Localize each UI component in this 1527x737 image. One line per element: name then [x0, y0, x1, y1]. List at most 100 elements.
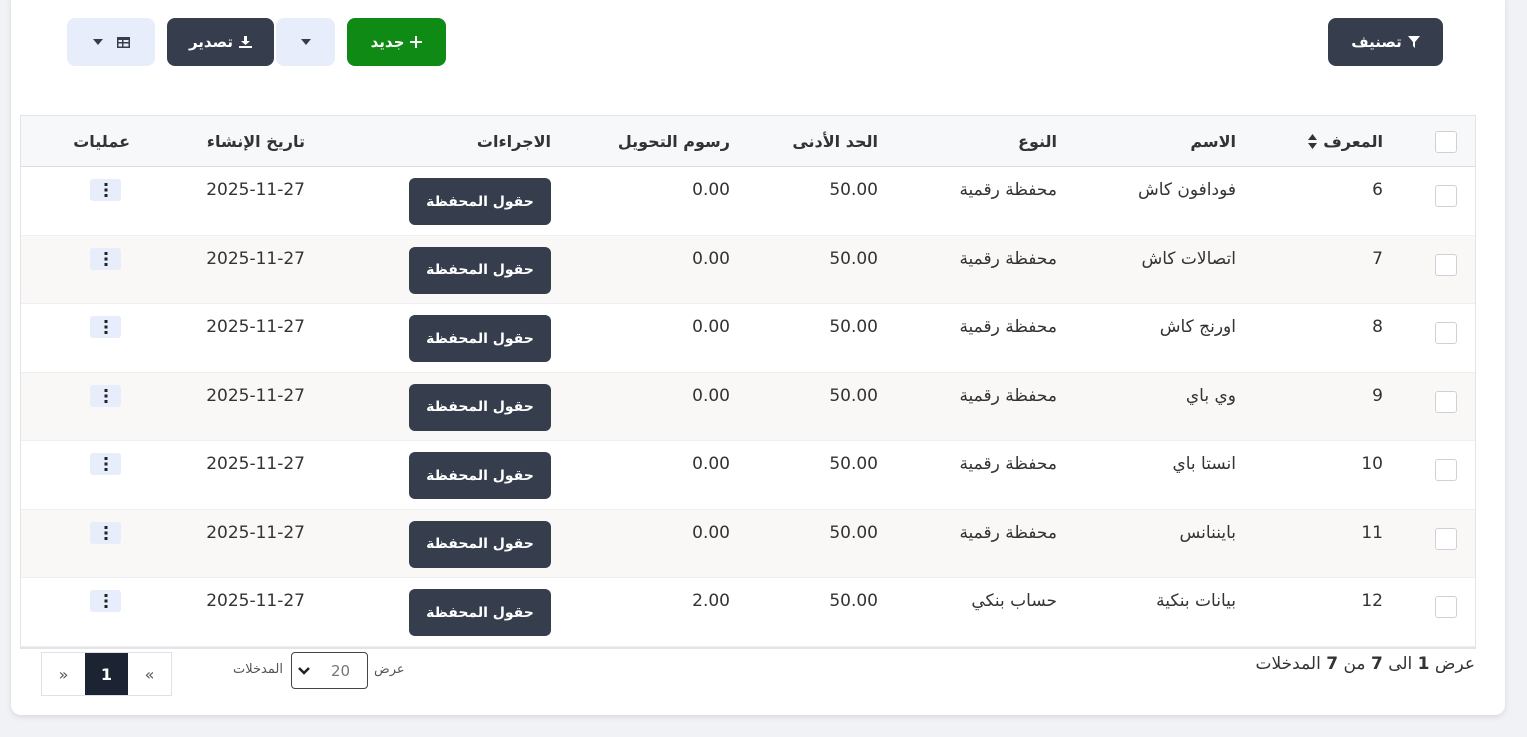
row-checkbox[interactable] — [1435, 253, 1457, 276]
cell-id: 9 — [1372, 385, 1383, 406]
cell-type: حساب بنكي — [971, 591, 1057, 611]
length-show-label: عرض — [374, 662, 405, 677]
row-actions-button[interactable] — [90, 179, 121, 201]
table-body: 6 فودافون كاش محفظة رقمية 50.00 0.00 حقول الم… — [21, 167, 1475, 647]
wallet-fields-button[interactable]: حقول المحفظة — [409, 315, 551, 362]
cell-created: 2025-11-27 — [206, 180, 305, 200]
cell-name: بيانات بنكية — [1156, 591, 1236, 611]
cell-fee: 0.00 — [692, 454, 730, 474]
download-icon — [239, 36, 253, 48]
cell-fee: 2.00 — [692, 591, 730, 611]
cell-name: اتصالات كاش — [1141, 248, 1236, 269]
kebab-menu-icon — [104, 183, 107, 197]
row-checkbox[interactable] — [1435, 596, 1457, 618]
column-header-created: تاريخ الإنشاء — [206, 132, 305, 151]
pagination-next[interactable]: » — [42, 653, 85, 695]
cell-created: 2025-11-27 — [206, 454, 305, 474]
cell-type: محفظة رقمية — [959, 180, 1057, 200]
pagination-page-1[interactable]: 1 — [85, 653, 128, 695]
column-header-fee: رسوم التحويل — [617, 132, 730, 151]
cell-fee: 0.00 — [692, 522, 730, 543]
cell-min: 50.00 — [829, 591, 878, 611]
row-checkbox[interactable] — [1435, 390, 1457, 413]
cell-min: 50.00 — [829, 180, 878, 200]
export-button[interactable]: تصدير — [167, 18, 274, 66]
kebab-menu-icon — [104, 525, 107, 540]
cell-id: 7 — [1372, 248, 1383, 269]
cell-name: وي باي — [1185, 385, 1236, 406]
wallet-fields-button[interactable]: حقول المحفظة — [409, 520, 551, 568]
cell-fee: 0.00 — [692, 248, 730, 269]
wallet-fields-button[interactable]: حقول المحفظة — [409, 589, 551, 636]
row-checkbox[interactable] — [1435, 322, 1457, 344]
cell-id: 11 — [1361, 522, 1383, 543]
cell-id: 12 — [1361, 591, 1383, 611]
kebab-menu-icon — [104, 320, 107, 334]
filter-button-label: تصنيف — [1351, 33, 1402, 51]
cell-name: فودافون كاش — [1137, 180, 1236, 200]
row-actions-button[interactable] — [90, 453, 121, 475]
table-row: 9 وي باي محفظة رقمية 50.00 0.00 حقول المحفظة 2… — [21, 372, 1475, 441]
columns-toggle-button[interactable] — [67, 18, 155, 66]
new-button[interactable]: جديد — [347, 18, 446, 66]
filter-button[interactable]: تصنيف — [1328, 18, 1443, 66]
cell-min: 50.00 — [829, 248, 878, 269]
page-length-select[interactable]: 20 — [291, 652, 368, 689]
row-checkbox[interactable] — [1435, 459, 1457, 481]
cell-created: 2025-11-27 — [206, 385, 305, 406]
cell-type: محفظة رقمية — [959, 385, 1057, 406]
plus-icon — [410, 36, 423, 48]
kebab-menu-icon — [104, 251, 107, 266]
cell-created: 2025-11-27 — [206, 522, 305, 543]
cell-created: 2025-11-27 — [206, 591, 305, 611]
table-icon — [116, 36, 130, 48]
cell-created: 2025-11-27 — [206, 317, 305, 337]
column-header-actions: الاجراءات — [476, 132, 551, 151]
export-button-label: تصدير — [188, 33, 234, 51]
new-dropdown-toggle[interactable] — [276, 18, 335, 66]
cell-type: محفظة رقمية — [959, 454, 1057, 474]
row-checkbox[interactable] — [1435, 185, 1457, 207]
wallet-fields-button[interactable]: حقول المحفظة — [409, 246, 551, 294]
cell-fee: 0.00 — [692, 180, 730, 200]
cell-fee: 0.00 — [692, 317, 730, 337]
cell-fee: 0.00 — [692, 385, 730, 406]
row-actions-button[interactable] — [90, 247, 121, 270]
column-header-id[interactable]: المعرف — [1308, 132, 1383, 151]
cell-type: محفظة رقمية — [959, 317, 1057, 337]
table-row: 8 اورنج كاش محفظة رقمية 50.00 0.00 حقول المحف… — [21, 304, 1475, 373]
column-header-min: الحد الأدنى — [792, 132, 878, 151]
row-actions-button[interactable] — [90, 590, 121, 612]
row-actions-button[interactable] — [90, 316, 121, 338]
cell-min: 50.00 — [829, 317, 878, 337]
wallet-fields-button[interactable]: حقول المحفظة — [409, 383, 551, 431]
table-row: 7 اتصالات كاش محفظة رقمية 50.00 0.00 حقول الم… — [21, 235, 1475, 304]
cell-type: محفظة رقمية — [959, 522, 1057, 543]
new-button-label: جديد — [370, 33, 405, 51]
column-header-ops: عمليات — [73, 132, 130, 151]
column-header-name: الاسم — [1190, 132, 1236, 151]
table-row: 12 بيانات بنكية حساب بنكي 50.00 2.00 حقول الم… — [21, 578, 1475, 647]
kebab-menu-icon — [104, 388, 107, 403]
row-checkbox[interactable] — [1435, 527, 1457, 550]
cell-id: 10 — [1361, 454, 1383, 474]
row-actions-button[interactable] — [90, 521, 121, 544]
cell-id: 8 — [1372, 317, 1383, 337]
caret-down-icon — [300, 39, 311, 45]
table-row: 6 فودافون كاش محفظة رقمية 50.00 0.00 حقول الم… — [21, 167, 1475, 236]
cell-name: بايننانس — [1179, 522, 1237, 543]
filter-icon — [1407, 36, 1420, 48]
row-actions-button[interactable] — [90, 384, 121, 407]
pagination-prev[interactable]: « — [128, 653, 171, 695]
table-row: 11 بايننانس محفظة رقمية 50.00 0.00 حقول المحف… — [21, 509, 1475, 578]
wallet-fields-button[interactable]: حقول المحفظة — [409, 178, 551, 225]
sort-icon — [1308, 134, 1318, 149]
page-length-value: 20 — [331, 661, 351, 680]
wallet-fields-button[interactable]: حقول المحفظة — [409, 452, 551, 499]
column-header-type: النوع — [1018, 132, 1057, 151]
cell-type: محفظة رقمية — [959, 248, 1057, 269]
cell-created: 2025-11-27 — [206, 248, 305, 269]
pagination: » 1 « — [41, 652, 172, 696]
select-all-checkbox[interactable] — [1435, 131, 1457, 153]
caret-down-icon — [92, 39, 103, 45]
